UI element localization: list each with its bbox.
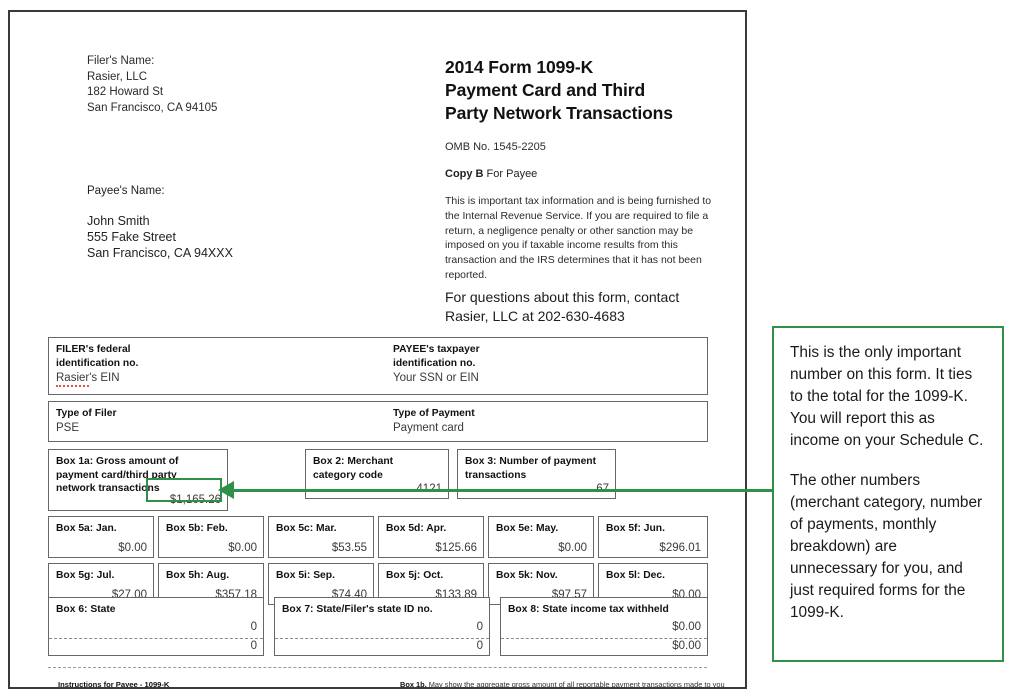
month-box-value: $53.55 (331, 542, 367, 554)
box-6-divider (49, 638, 263, 639)
filer-tin-label-line1: FILER's federal (56, 344, 131, 355)
filer-name-label: Filer's Name: (87, 55, 155, 67)
filer-tin-value: Rasier's EIN (56, 372, 138, 388)
filer-address-block: Filer's Name: Rasier, LLC 182 Howard St … (87, 54, 217, 116)
box-1b-label: Box 1b. (400, 680, 427, 689)
month-box-label: Box 5c: Mar. (276, 523, 337, 534)
callout-arrow-icon (218, 481, 234, 499)
box-6-value-1: 0 (250, 621, 257, 633)
month-box-label: Box 5b: Feb. (166, 523, 228, 534)
filer-name: Rasier, LLC (87, 70, 148, 83)
month-box-label: Box 5i: Sep. (276, 570, 335, 581)
form-title-line3: Party Network Transactions (445, 103, 673, 123)
annotation-paragraph-2: The other numbers (merchant category, nu… (790, 472, 983, 621)
month-box-value: $296.01 (659, 542, 701, 554)
box-2-label-line2: category code (313, 469, 383, 481)
box-1a-value-highlight (146, 478, 222, 502)
box-2-label-line1: Box 2: Merchant (313, 456, 394, 467)
form-title: 2014 Form 1099-K Payment Card and Third … (445, 56, 745, 125)
annotation-callout-box: This is the only important number on thi… (772, 326, 1004, 662)
type-of-filer-value: PSE (56, 421, 80, 434)
month-box-value: $0.00 (228, 542, 257, 554)
month-box-label: Box 5a: Jan. (56, 523, 117, 534)
form-title-line2: Payment Card and Third (445, 80, 646, 100)
payee-tin-value: Your SSN or EIN (393, 372, 479, 385)
box-8-value-1: $0.00 (672, 621, 701, 633)
box-1a-label-line1: Box 1a: Gross amount of (56, 456, 179, 467)
footer-divider (48, 667, 707, 668)
month-box-label: Box 5l: Dec. (606, 570, 665, 581)
box-8: Box 8: State income tax withheld $0.00 $… (500, 597, 708, 656)
box-1b-text: May show the aggregate gross amount of a… (428, 680, 725, 689)
box-8-divider (501, 638, 707, 639)
type-of-payment-label: Type of Payment (393, 408, 475, 419)
box-7-value-1: 0 (476, 621, 483, 633)
type-box: Type of Filer PSE Type of Payment Paymen… (48, 401, 708, 442)
box-3-label-line1: Box 3: Number of payment (465, 456, 597, 467)
callout-connector-line (232, 489, 773, 492)
month-box-label: Box 5k: Nov. (496, 570, 558, 581)
type-of-payment-value: Payment card (393, 421, 464, 434)
filer-street: 182 Howard St (87, 86, 164, 98)
month-box-value: $125.66 (435, 542, 477, 554)
month-box-label: Box 5d: Apr. (386, 523, 447, 534)
box-7-value-2: 0 (476, 640, 483, 652)
box-6: Box 6: State 0 0 (48, 597, 264, 656)
payee-name: John Smith (87, 213, 150, 228)
month-box-label: Box 5h: Aug. (166, 570, 230, 581)
box-6-value-2: 0 (250, 640, 257, 652)
box-7-divider (275, 638, 489, 639)
instructions-title: Instructions for Payee - 1099-K (58, 680, 170, 689)
box-6-label: Box 6: State (56, 604, 116, 615)
annotation-paragraph-1: This is the only important number on thi… (790, 344, 984, 449)
contact-paragraph: For questions about this form, contact R… (445, 289, 680, 324)
payee-name-label: Payee's Name: (87, 185, 165, 197)
month-box: Box 5b: Feb. $0.00 (158, 516, 264, 558)
month-box: Box 5d: Apr. $125.66 (378, 516, 484, 558)
month-box-label: Box 5e: May. (496, 523, 559, 534)
box-7: Box 7: State/Filer's state ID no. 0 0 (274, 597, 490, 656)
filer-tin-label-line2: identification no. (56, 357, 139, 369)
form-document-page: Filer's Name: Rasier, LLC 182 Howard St … (8, 10, 747, 689)
identification-box: FILER's federal identification no. Rasie… (48, 337, 708, 395)
month-box-value: $0.00 (558, 542, 587, 554)
month-box-label: Box 5f: Jun. (606, 523, 665, 534)
box-8-value-2: $0.00 (672, 640, 701, 652)
type-of-filer-label: Type of Filer (56, 408, 117, 419)
box-7-label: Box 7: State/Filer's state ID no. (282, 604, 433, 615)
form-title-line1: 2014 Form 1099-K (445, 57, 594, 77)
irs-notice-paragraph: This is important tax information and is… (445, 195, 712, 281)
box-1b-instructions: Box 1b. May show the aggregate gross amo… (400, 680, 725, 689)
box-8-label: Box 8: State income tax withheld (508, 604, 669, 615)
month-box: Box 5f: Jun. $296.01 (598, 516, 708, 558)
month-box: Box 5e: May. $0.00 (488, 516, 594, 558)
copy-designation-bold: Copy B (445, 168, 484, 180)
payee-address-block: Payee's Name: John Smith 555 Fake Street… (87, 184, 233, 261)
filer-tin-value-rest: 's EIN (89, 372, 120, 385)
copy-designation: Copy B For Payee (445, 168, 537, 180)
month-box-label: Box 5j: Oct. (386, 570, 444, 581)
month-box-label: Box 5g: Jul. (56, 570, 115, 581)
month-box-value: $0.00 (118, 542, 147, 554)
month-box: Box 5c: Mar. $53.55 (268, 516, 374, 558)
payee-tin-label-line2: identification no. (393, 357, 476, 369)
month-box: Box 5a: Jan. $0.00 (48, 516, 154, 558)
payee-tin-label-line1: PAYEE's taxpayer (393, 344, 480, 355)
filer-city-state-zip: San Francisco, CA 94105 (87, 101, 218, 114)
box-3-label-line2: transactions (465, 469, 527, 481)
payee-city-state-zip: San Francisco, CA 94XXX (87, 245, 233, 260)
filer-tin-value-misspelled: Rasier (56, 372, 90, 388)
omb-number: OMB No. 1545-2205 (445, 141, 546, 153)
copy-designation-rest: For Payee (483, 168, 538, 180)
payee-street: 555 Fake Street (87, 229, 176, 244)
